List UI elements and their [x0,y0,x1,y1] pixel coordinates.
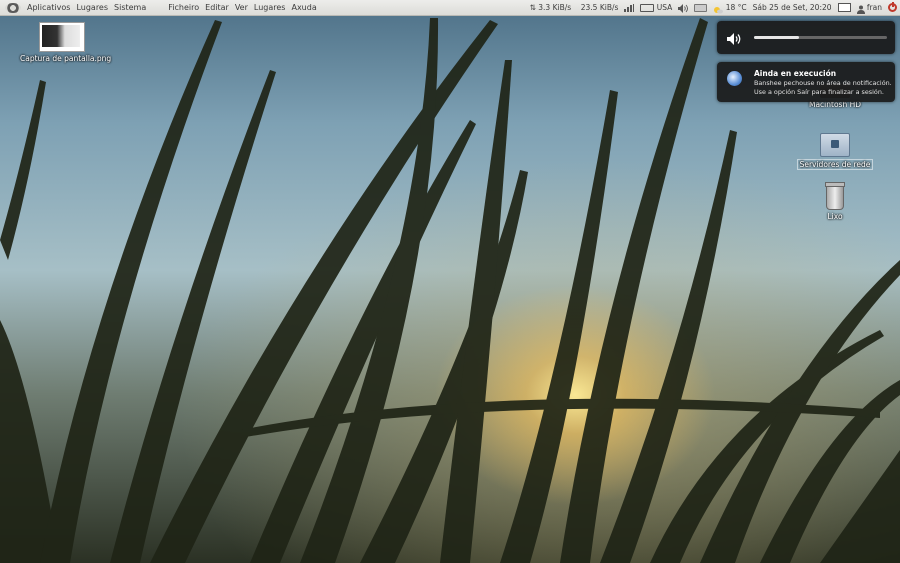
menu-help[interactable]: Axuda [288,0,319,15]
notification-bubble[interactable]: Ainda en execución Banshee pechouse no á… [717,62,895,102]
menu-edit[interactable]: Editar [202,0,232,15]
weather-sunny-icon [713,4,724,14]
power-icon[interactable] [888,2,897,12]
clock[interactable]: Sáb 25 de Set, 20:20 [753,0,832,15]
keyboard-layout-indicator[interactable]: USA [640,0,672,15]
system-tray: ⇅ 3.3 KiB/s 23.5 KiB/s USA 18 °C Sáb 25 … [527,0,900,15]
signal-strength-icon[interactable] [624,3,635,12]
network-speed-monitor[interactable]: ⇅ 3.3 KiB/s 23.5 KiB/s [530,0,619,15]
top-panel: Aplicativos Lugares Sistema Ficheiro Edi… [0,0,900,16]
download-speed: 23.5 KiB/s [580,3,619,12]
image-file-icon [39,22,85,52]
notification-body: Banshee pechouse no área de notificación… [754,79,892,96]
gnome-foot-icon[interactable] [5,2,21,13]
menu-places[interactable]: Lugares [73,0,111,15]
desktop-icon-label: Lixo [827,212,843,221]
menu-applications[interactable]: Aplicativos [24,0,73,15]
menu-system[interactable]: Sistema [111,0,149,15]
keyboard-layout-label: USA [656,3,673,12]
desktop-icon-label: Servidores de rede [796,159,874,170]
menu-view[interactable]: Ver [232,0,251,15]
volume-level-bar [754,36,887,39]
upload-arrow-icon: ⇅ [529,3,536,12]
upload-speed: 3.3 KiB/s [538,3,572,12]
volume-level-fill [754,36,800,39]
banshee-icon [727,71,742,86]
weather-indicator[interactable]: 18 °C [713,0,747,15]
notification-title: Ainda en execución [754,69,837,78]
main-menu-bar: Aplicativos Lugares Sistema Ficheiro Edi… [0,0,320,15]
desktop-icon-label: Captura de pantalla.png [20,54,112,63]
desktop-icon-trash[interactable]: Lixo [795,182,875,221]
speaker-icon[interactable] [678,3,689,13]
volume-osd [717,21,895,54]
desktop-icon-screenshot[interactable]: Captura de pantalla.png [18,22,111,63]
menu-go[interactable]: Lugares [251,0,289,15]
desktop-icon-network-servers[interactable]: Servidores de rede [795,133,875,170]
trash-icon [825,182,845,210]
user-name: fran [866,3,882,12]
keyboard-icon [640,4,655,12]
mail-icon[interactable] [837,3,851,12]
user-icon [856,4,865,14]
battery-icon[interactable] [694,3,708,12]
menu-file[interactable]: Ficheiro [165,0,202,15]
temperature-label: 18 °C [725,3,747,12]
network-folder-icon [820,133,850,157]
volume-icon [727,31,741,45]
user-menu[interactable]: fran [856,0,882,15]
